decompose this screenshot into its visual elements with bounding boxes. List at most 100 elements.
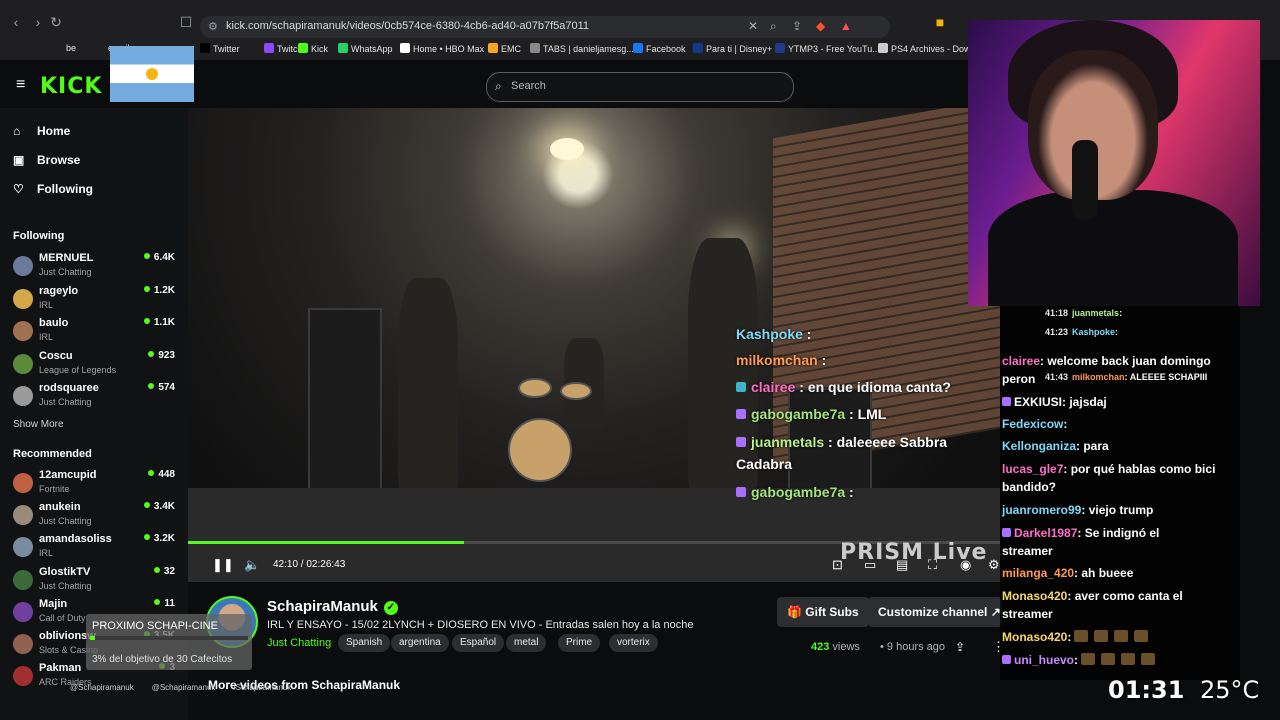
channel-name: baulo	[39, 317, 69, 329]
menu-icon[interactable]: ≡	[16, 77, 30, 93]
sidebar-channel[interactable]: rageylo IRL 1.2K	[13, 285, 175, 315]
sidebar-channel[interactable]: 12amcupid Fortnite 448	[13, 469, 175, 499]
channel-name[interactable]: SchapiraManuk ✓	[267, 598, 398, 615]
chat-username: uni_huevo	[1014, 653, 1075, 667]
settings-icon[interactable]: ⚙	[988, 557, 1000, 573]
mute-icon[interactable]: ✕	[748, 19, 758, 33]
volume-icon[interactable]: 🔈	[244, 557, 260, 573]
sidebar-channel[interactable]: MERNUEL Just Chatting 6.4K	[13, 252, 175, 282]
chat-message: milanga_420: ah bueee	[1002, 564, 1234, 583]
tag-chip[interactable]: metal	[506, 634, 547, 652]
share-icon[interactable]: ⇪	[955, 640, 965, 654]
chat-text: : jajsdaj	[1062, 395, 1107, 409]
bookmark-icon[interactable]: ☐	[178, 14, 194, 30]
chat-text: :	[802, 326, 812, 342]
chat-text: : aver como canta el	[1067, 589, 1183, 603]
badge-icon	[736, 409, 746, 419]
bookmark-label: PS4 Archives - Dow...	[891, 44, 978, 54]
rewards-icon[interactable]: ▲	[840, 19, 852, 33]
sidebar-channel[interactable]: amandasoliss IRL 3.2K	[13, 533, 175, 563]
bookmark-item[interactable]: Twitch	[264, 43, 303, 54]
bookmark-item[interactable]: WhatsApp	[338, 43, 393, 54]
chat-message: Fedexicow:	[1002, 415, 1234, 434]
viewer-count: 32	[154, 566, 175, 577]
channel-avatar	[13, 505, 33, 526]
bookmark-item[interactable]: Para ti | Disney+	[693, 43, 772, 54]
nav-home[interactable]: ⌂ Home	[13, 124, 70, 138]
show-more-button[interactable]: Show More	[13, 419, 64, 430]
cine-goal-text: 3% del objetivo de 30 Cafecitos	[92, 654, 233, 665]
kick-logo[interactable]: KICK	[40, 74, 102, 99]
channel-name: rageylo	[39, 284, 79, 297]
bookmark-item[interactable]: Twitter	[200, 43, 240, 54]
chat-username: Darkel1987	[1014, 526, 1078, 540]
nav-browse[interactable]: ▣ Browse	[13, 153, 80, 167]
clip-icon[interactable]: ⊡	[832, 557, 843, 573]
bookmark-item[interactable]: Home • HBO Max	[400, 43, 484, 54]
channel-avatar	[13, 256, 33, 276]
chat-message: streamer	[1002, 605, 1234, 624]
tag-chip[interactable]: vorterix	[609, 634, 658, 652]
bookmark-item[interactable]: be	[66, 43, 76, 53]
back-icon[interactable]: ‹	[8, 14, 24, 30]
bookmark-item[interactable]: Kick	[298, 43, 328, 54]
video-category[interactable]: Just Chatting	[267, 637, 331, 649]
nav-label: Following	[37, 182, 93, 196]
chat-message: EXKIUSI: jajsdaj	[1002, 393, 1234, 412]
customize-channel-button[interactable]: Customize channel ↗	[868, 597, 1002, 627]
bookmark-favicon-icon	[488, 43, 498, 53]
channel-avatar	[13, 634, 33, 654]
bookmark-item[interactable]: PS4 Archives - Dow...	[878, 43, 978, 54]
sidebar-channel[interactable]: anukein Just Chatting 3.4K	[13, 501, 175, 531]
badge-icon	[1002, 528, 1011, 537]
share-icon[interactable]: ⇪	[792, 19, 802, 33]
bookmark-item[interactable]: TABS | danieljamesg...	[530, 43, 634, 54]
bookmark-item[interactable]: YTMP3 - Free YouTu...	[775, 43, 880, 54]
reload-icon[interactable]: ↻	[48, 14, 64, 30]
chat-username: EXKIUSI	[1014, 395, 1063, 409]
theater-icon[interactable]: ▭	[864, 557, 876, 573]
video-title: IRL Y ENSAYO - 15/02 2LYNCH + DIOSERO EN…	[267, 619, 694, 631]
chat-message-small: 41:18 juanmetals:	[1045, 308, 1122, 318]
video-player[interactable]: Kashpoke : milkomchan : clairee : en que…	[188, 108, 1000, 582]
tag-chip[interactable]: argentina	[391, 634, 449, 652]
zoom-icon[interactable]: ⌕	[770, 19, 777, 34]
pause-icon[interactable]: ❚❚	[212, 557, 234, 573]
miniplayer-icon[interactable]: ▤	[896, 557, 908, 573]
tag-chip[interactable]: Español	[452, 634, 505, 652]
fullscreen-icon[interactable]: ⛶	[928, 557, 937, 573]
channel-avatar	[13, 537, 33, 558]
viewer-count: 1.2K	[144, 285, 175, 296]
bookmark-item[interactable]: Facebook	[633, 43, 686, 54]
brave-shield-icon[interactable]: ◆	[816, 19, 825, 33]
bassist	[398, 278, 458, 498]
viewer-count: 3.2K	[144, 533, 175, 544]
amplifier	[308, 308, 382, 512]
nav-following[interactable]: ♡ Following	[13, 182, 93, 196]
chat-username: clairee	[751, 379, 796, 395]
autoplay-icon[interactable]: ◉	[960, 557, 971, 573]
chat-text: :	[1067, 630, 1072, 644]
search-input[interactable]: ⌕ Search	[486, 72, 794, 102]
chat-text: peron	[1002, 372, 1036, 386]
gift-subs-button[interactable]: 🎁 Gift Subs	[777, 597, 869, 627]
emote-icon	[1134, 630, 1149, 642]
tag-chip[interactable]: Prime	[558, 634, 601, 652]
site-info-icon[interactable]: ⚙	[208, 20, 218, 33]
channel-category: IRL	[39, 548, 54, 559]
stream-chat-overlay: 41:18 juanmetals: 41:23 Kashpoke: 41:43 milko…	[1000, 306, 1240, 680]
bookmark-favicon-icon	[775, 43, 785, 53]
bookmark-item[interactable]: EMC	[488, 43, 521, 54]
address-bar[interactable]: ⚙ kick.com/schapiramanuk/videos/0cb574ce…	[200, 16, 890, 38]
sidebar-channel[interactable]: GlostikTV Just Chatting 32	[13, 566, 175, 596]
chat-text: streamer	[1002, 607, 1053, 621]
extension-icon[interactable]: ■	[932, 14, 948, 30]
sidebar-channel[interactable]: Coscu League of Legends 923	[13, 350, 175, 380]
forward-icon[interactable]: ›	[30, 14, 46, 30]
tag-chip[interactable]: Spanish	[338, 634, 391, 652]
bookmark-label: Kick	[311, 44, 329, 54]
channel-avatar	[13, 288, 33, 309]
sidebar-channel[interactable]: baulo IRL 1.1K	[13, 317, 175, 347]
sidebar-channel[interactable]: rodsquaree Just Chatting 574	[13, 382, 175, 412]
viewer-count: 1.1K	[144, 317, 175, 328]
